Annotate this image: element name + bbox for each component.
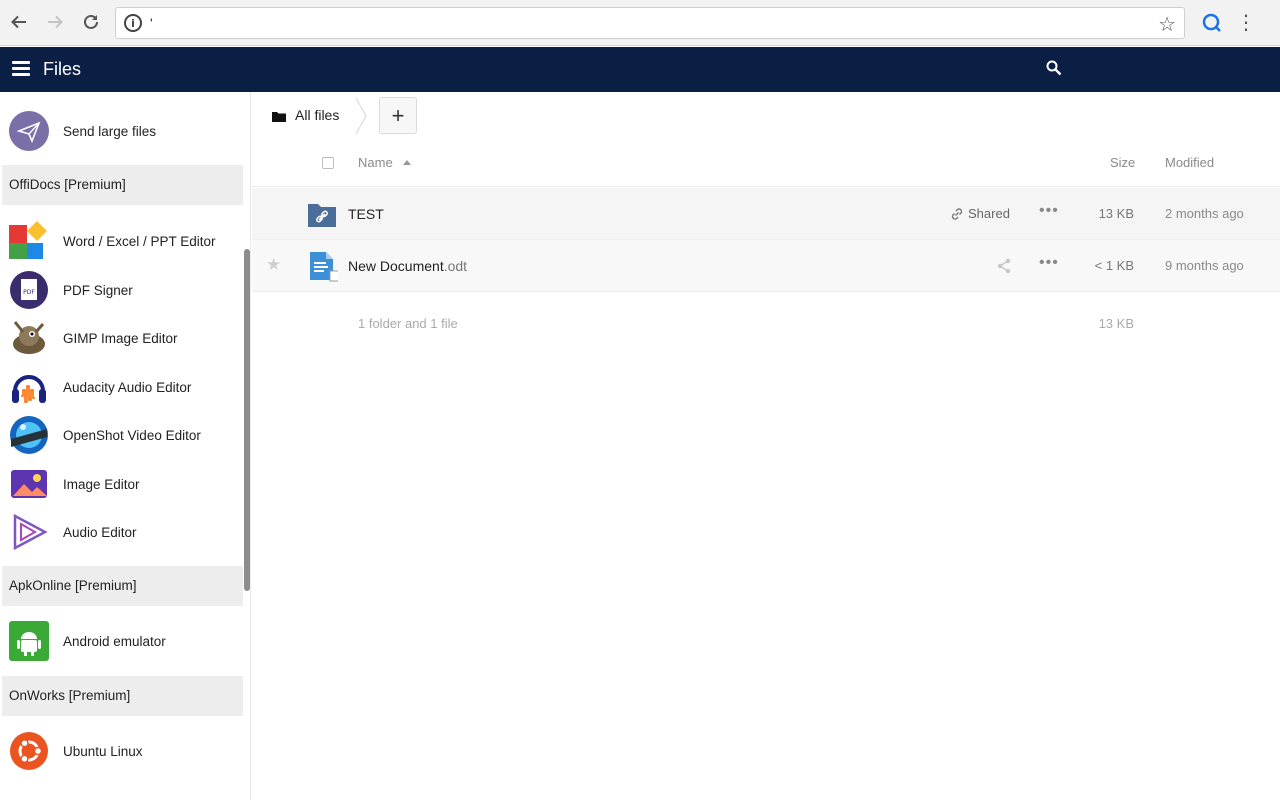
search-icon[interactable] [1046,60,1066,80]
sidebar-item-label: Audio Editor [63,524,137,540]
app-header: Files [0,47,1280,92]
svg-text:PDF: PDF [23,289,35,296]
sidebar-item-label: Send large files [63,123,157,139]
file-list-summary: 1 folder and 1 file 13 KB [252,293,1280,353]
share-label: Shared [968,206,1010,221]
gimp-icon [9,318,49,358]
file-name[interactable]: New Document.odt [348,258,467,274]
select-all-checkbox[interactable] [322,157,334,169]
column-name[interactable]: Name [358,155,393,170]
sidebar-item-send-large-files[interactable]: Send large files [0,108,243,154]
sidebar-item-office-editor[interactable]: Word / Excel / PPT Editor [0,218,243,264]
sidebar-section-onworks: OnWorks [Premium] [2,676,243,716]
browser-toolbar: i ' ☆ ⋮ [0,0,1280,46]
sidebar-item-pdf-signer[interactable]: PDF PDF Signer [0,267,243,313]
android-icon [9,621,49,661]
file-list-header: Name Size Modified [252,140,1280,187]
file-modified: 2 months ago [1165,206,1244,221]
audacity-icon [9,367,49,407]
favorite-star-icon[interactable]: ★ [266,255,281,275]
sidebar-item-openshot[interactable]: OpenShot Video Editor [0,412,243,458]
url-text[interactable]: ' [150,15,153,31]
shared-folder-icon[interactable] [306,198,338,230]
share-icon[interactable] [996,258,1012,279]
app-title[interactable]: Files [43,59,81,80]
forward-button[interactable] [42,9,68,35]
sidebar-item-image-editor[interactable]: Image Editor [0,461,243,507]
arrow-right-icon [48,15,63,29]
column-size[interactable]: Size [1110,155,1135,170]
sidebar-item-label: Ubuntu Linux [63,743,143,759]
info-icon[interactable]: i [124,14,142,32]
sidebar-item-label: Audacity Audio Editor [63,379,192,395]
pdf-icon: PDF [9,270,49,310]
reload-button[interactable] [78,9,104,35]
audio-editor-icon [9,512,49,552]
sidebar-section-apkonline: ApkOnline [Premium] [2,566,243,606]
summary-size: 13 KB [1098,316,1134,331]
chevron-right-icon [355,98,367,134]
sidebar-item-label: PDF Signer [63,282,133,298]
share-status-button[interactable]: Shared [950,206,1010,221]
sort-ascending-icon [403,160,411,165]
back-button[interactable] [6,9,32,35]
column-modified[interactable]: Modified [1165,155,1214,170]
file-row[interactable]: ★ New Document.odt ••• < 1 KB 9 months a… [252,240,1280,292]
file-modified: 9 months ago [1165,258,1244,273]
hamburger-menu-icon[interactable] [12,61,30,77]
openshot-icon [9,415,49,455]
section-title: OnWorks [Premium] [9,688,131,703]
file-size: < 1 KB [1094,258,1134,273]
sidebar-item-label: OpenShot Video Editor [63,427,201,443]
sidebar: Send large files OffiDocs [Premium] Word… [0,92,251,800]
section-title: ApkOnline [Premium] [9,578,137,593]
ubuntu-icon [9,731,49,771]
breadcrumb-all-files[interactable]: All files [295,107,339,123]
new-file-button[interactable]: + [379,97,417,134]
office-suite-icon [9,221,49,261]
file-row[interactable]: TEST Shared ••• 13 KB 2 months ago [252,188,1280,240]
bookmark-star-icon[interactable]: ☆ [1158,12,1176,37]
link-icon [951,207,963,220]
sidebar-item-label: Image Editor [63,476,140,492]
sidebar-section-offidocs: OffiDocs [Premium] [2,165,243,205]
document-icon[interactable] [306,250,341,282]
file-name[interactable]: TEST [348,206,384,222]
sidebar-item-label: Word / Excel / PPT Editor [63,233,216,249]
sidebar-item-audacity[interactable]: Audacity Audio Editor [0,364,243,410]
browser-menu-icon[interactable]: ⋮ [1236,10,1256,36]
file-size: 13 KB [1098,206,1134,221]
sidebar-item-label: Android emulator [63,633,166,649]
section-title: OffiDocs [Premium] [9,177,126,192]
sidebar-item-android-emulator[interactable]: Android emulator [0,618,243,664]
folder-icon[interactable] [272,109,286,122]
paper-plane-icon [9,111,49,151]
reload-icon [84,14,98,29]
summary-count: 1 folder and 1 file [358,316,458,331]
sidebar-item-ubuntu-linux[interactable]: Ubuntu Linux [0,728,243,774]
image-editor-icon [9,464,49,504]
sidebar-item-gimp[interactable]: GIMP Image Editor [0,315,243,361]
arrow-left-icon [11,15,26,29]
extension-search-icon[interactable] [1198,9,1226,37]
sidebar-item-label: GIMP Image Editor [63,330,178,346]
address-bar[interactable]: i ' ☆ [115,7,1185,39]
sidebar-scrollbar[interactable] [244,249,250,591]
sidebar-item-audio-editor[interactable]: Audio Editor [0,509,243,555]
